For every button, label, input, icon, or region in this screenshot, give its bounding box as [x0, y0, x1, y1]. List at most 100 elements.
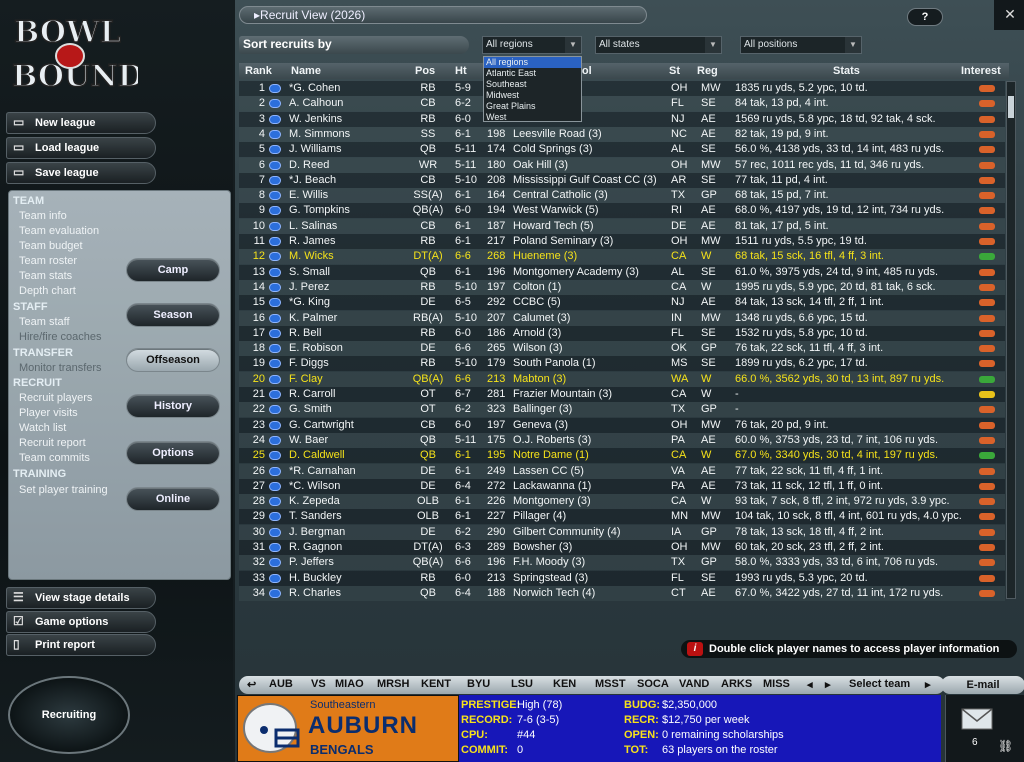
table-row[interactable]: 22 G. Smith OT 6-2 323 Ballinger (3) TX GP - [239, 402, 1005, 418]
table-row[interactable]: 25 D. Caldwell QB 6-1 195 Notre Dame (1) CA W 67… [239, 448, 1005, 464]
cell-name[interactable]: S. Small [289, 266, 330, 278]
region-option[interactable]: Midwest [484, 90, 581, 101]
scroll-thumb[interactable] [1008, 96, 1014, 118]
cell-name[interactable]: K. Zepeda [289, 495, 340, 507]
watch-toggle-icon[interactable] [269, 527, 281, 537]
watch-toggle-icon[interactable] [269, 282, 281, 292]
scrollbar[interactable] [1006, 81, 1016, 599]
arrow-left-icon[interactable]: ◂ [807, 678, 813, 691]
table-row[interactable]: 16 K. Palmer RB(A) 5-10 207 Calumet (3) IN MW 13… [239, 310, 1005, 326]
cell-name[interactable]: *R. Carnahan [289, 465, 356, 477]
table-row[interactable]: 11 R. James RB 6-1 217 Poland Seminary (3) OH M… [239, 234, 1005, 249]
cell-name[interactable]: J. Perez [289, 281, 329, 293]
menu-depth-chart[interactable]: Depth chart [19, 285, 76, 297]
col-rank[interactable]: Rank [245, 65, 272, 77]
table-row[interactable]: 9 G. Tompkins QB(A) 6-0 194 West Warwick (5) R… [239, 203, 1005, 219]
team-tab[interactable]: AUB [269, 678, 293, 690]
table-row[interactable]: 28 K. Zepeda OLB 6-1 226 Montgomery (3) CA W 93 … [239, 494, 1005, 510]
stage-season-button[interactable]: Season [126, 303, 220, 327]
table-row[interactable]: 34 R. Charles QB 6-4 188 Norwich Tech (4) CT AE… [239, 585, 1005, 601]
table-row[interactable]: 10 L. Salinas CB 6-1 187 Howard Tech (5) DE AE 8… [239, 218, 1005, 234]
watch-toggle-icon[interactable] [269, 206, 281, 216]
stage-history-button[interactable]: History [126, 394, 220, 418]
watch-toggle-icon[interactable] [269, 435, 281, 445]
watch-toggle-icon[interactable] [269, 252, 281, 262]
col-pos[interactable]: Pos [415, 65, 435, 77]
cell-name[interactable]: K. Palmer [289, 312, 337, 324]
watch-toggle-icon[interactable] [269, 344, 281, 354]
table-row[interactable]: 4 M. Simmons SS 6-1 198 Leesville Road (3) NC A… [239, 126, 1005, 142]
cell-name[interactable]: E. Robison [289, 342, 343, 354]
select-team-button[interactable]: Select team [849, 678, 910, 690]
table-row[interactable]: 32 P. Jeffers QB(A) 6-6 196 F.H. Moody (3) TX G… [239, 555, 1005, 571]
menu-team-staff[interactable]: Team staff [19, 316, 70, 328]
cell-name[interactable]: W. Baer [289, 434, 328, 446]
table-row[interactable]: 30 J. Bergman DE 6-2 290 Gilbert Community (4… [239, 524, 1005, 540]
table-row[interactable]: 18 E. Robison DE 6-6 265 Wilson (3) OK GP 76 tak… [239, 341, 1005, 357]
cell-name[interactable]: *G. King [289, 296, 330, 308]
menu-player-visits[interactable]: Player visits [19, 407, 78, 419]
region-option[interactable]: West [484, 112, 581, 123]
team-tab[interactable]: KEN [553, 678, 576, 690]
table-row[interactable]: 3 W. Jenkins RB 6-0 NJ AE 1569 ru yds, 5.8 ypc… [239, 111, 1005, 127]
team-tab[interactable]: MRSH [377, 678, 409, 690]
table-row[interactable]: 26 *R. Carnahan DE 6-1 249 Lassen CC (5) VA AE 7… [239, 463, 1005, 479]
load-league-button[interactable]: ▭ Load league [6, 137, 156, 159]
cell-name[interactable]: M. Wicks [289, 250, 334, 262]
watch-toggle-icon[interactable] [269, 267, 281, 277]
watch-toggle-icon[interactable] [269, 160, 281, 170]
watch-toggle-icon[interactable] [269, 175, 281, 185]
table-row[interactable]: 5 J. Williams QB 5-11 174 Cold Springs (3) AL S… [239, 142, 1005, 158]
table-row[interactable]: 15 *G. King DE 6-5 292 CCBC (5) NJ AE 84 tak, 13… [239, 295, 1005, 311]
watch-toggle-icon[interactable] [269, 390, 281, 399]
menu-team-stats[interactable]: Team stats [19, 270, 72, 282]
cell-name[interactable]: R. James [289, 235, 335, 247]
watch-toggle-icon[interactable] [269, 374, 281, 384]
watch-toggle-icon[interactable] [269, 328, 281, 338]
table-row[interactable]: 31 R. Gagnon DT(A) 6-3 289 Bowsher (3) OH MW 60 … [239, 540, 1005, 555]
cell-name[interactable]: G. Tompkins [289, 204, 350, 216]
stage-offseason-button[interactable]: Offseason [126, 348, 220, 372]
cell-name[interactable]: *J. Beach [289, 174, 336, 186]
cell-name[interactable]: F. Clay [289, 373, 323, 385]
print-report-button[interactable]: ▯ Print report [6, 634, 156, 656]
table-row[interactable]: 14 J. Perez RB 5-10 197 Colton (1) CA W 1995 ru … [239, 279, 1005, 295]
menu-set-player-training[interactable]: Set player training [19, 484, 108, 496]
watch-toggle-icon[interactable] [269, 114, 281, 124]
team-tab[interactable]: VAND [679, 678, 709, 690]
stage-online-button[interactable]: Online [126, 487, 220, 511]
table-row[interactable]: 13 S. Small QB 6-1 196 Montgomery Academy (3)… [239, 264, 1005, 280]
cell-name[interactable]: E. Willis [289, 189, 328, 201]
menu-recruit-report[interactable]: Recruit report [19, 437, 86, 449]
select-team-arrow-icon[interactable]: ▸ [925, 678, 931, 691]
cell-name[interactable]: H. Buckley [289, 572, 342, 584]
table-row[interactable]: 20 F. Clay QB(A) 6-6 213 Mabton (3) WA W 66.0 %,… [239, 371, 1005, 387]
cell-name[interactable]: T. Sanders [289, 510, 342, 522]
watch-toggle-icon[interactable] [269, 298, 281, 308]
region-option[interactable]: Atlantic East [484, 68, 581, 79]
watch-toggle-icon[interactable] [269, 588, 281, 598]
watch-toggle-icon[interactable] [269, 129, 281, 139]
watch-toggle-icon[interactable] [269, 543, 281, 552]
table-row[interactable]: 33 H. Buckley RB 6-0 213 Springstead (3) FL SE 1… [239, 570, 1005, 586]
menu-team-info[interactable]: Team info [19, 210, 67, 222]
col-name[interactable]: Name [291, 65, 321, 77]
cell-name[interactable]: R. Bell [289, 327, 321, 339]
recruiting-button[interactable]: Recruiting [8, 676, 130, 754]
cell-name[interactable]: D. Caldwell [289, 449, 345, 461]
region-option[interactable]: Southeast [484, 79, 581, 90]
watch-toggle-icon[interactable] [269, 451, 281, 461]
col-stats[interactable]: Stats [833, 65, 860, 77]
team-tab[interactable]: LSU [511, 678, 533, 690]
mailbox[interactable]: 6 ⛓ [945, 695, 1024, 762]
table-row[interactable]: 8 E. Willis SS(A) 6-1 164 Central Catholic (3… [239, 188, 1005, 204]
cell-name[interactable]: F. Diggs [289, 357, 329, 369]
watch-toggle-icon[interactable] [269, 191, 281, 201]
cell-name[interactable]: R. Carroll [289, 388, 335, 400]
table-row[interactable]: 17 R. Bell RB 6-0 186 Arnold (3) FL SE 1532 ru y… [239, 325, 1005, 341]
region-select[interactable]: All regions ▼ [482, 36, 582, 54]
table-row[interactable]: 1*G. CohenRB5-9ge (5)OHMW1835 ru yds, 5.… [239, 81, 1005, 96]
cell-name[interactable]: A. Calhoun [289, 97, 343, 109]
watch-toggle-icon[interactable] [269, 359, 281, 369]
menu-recruit-players[interactable]: Recruit players [19, 392, 92, 404]
